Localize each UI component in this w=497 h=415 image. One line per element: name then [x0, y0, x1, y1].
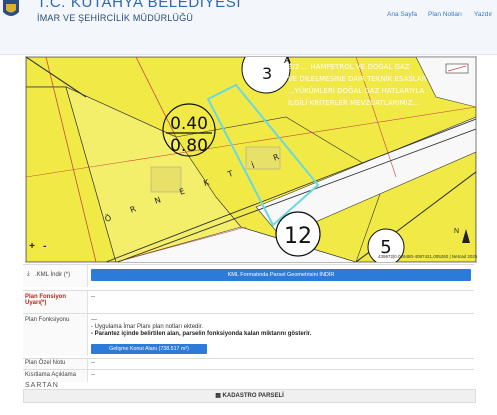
plan-fonksiyon-uyari-value-cell: -- — [89, 291, 474, 313]
page-header: T.C. KÜTAHYA BELEDİYESİ İMAR VE ŞEHİRCİL… — [0, 0, 497, 55]
plan-fonksiyonu-row: Plan Fonksiyonu --- - Uygulama İmar Plan… — [23, 313, 474, 356]
grid-icon: ▦ — [215, 393, 221, 399]
kml-download-button[interactable]: KML Formatında Parsel Geometrisini İNDİR — [91, 269, 471, 281]
plan-fonksiyon-uyari-row: Plan Fonsiyon Uyarı(*) -- — [23, 290, 474, 313]
nav-home-link[interactable]: Ana Sayfa — [387, 11, 417, 18]
municipality-logo — [2, 0, 20, 20]
kml-label-cell: ⤓ .KML İndir (*) — [23, 265, 88, 287]
page-subtitle: İMAR VE ŞEHİRCİLİK MÜDÜRLÜĞÜ — [37, 13, 194, 23]
page-title: T.C. KÜTAHYA BELEDİYESİ — [37, 0, 242, 11]
zoom-out-button[interactable]: - — [40, 241, 50, 252]
overlay-text-2: VE DİLELMESİNE DAİR TEKNİK ESASLAR — [288, 74, 427, 83]
nav-print-link[interactable]: Yazdır — [474, 11, 492, 18]
plan-fonksiyon-uyari-label: Plan Fonsiyon Uyarı(*) — [25, 294, 67, 306]
plan-ozel-notu-row: Plan Özel Notu -- — [23, 358, 474, 369]
plan-fonksiyonu-label: Plan Fonksiyonu — [25, 317, 70, 323]
kisitlama-value: -- — [91, 372, 95, 378]
kml-row: ⤓ .KML İndir (*) KML Formatında Parsel G… — [23, 264, 474, 287]
nav-plan-notes-link[interactable]: Plan Notları — [428, 11, 462, 18]
map-coordinates: 439972|0.029480-4087421,005260 | Netcad … — [378, 254, 478, 259]
density-top-label: 0.40 — [170, 114, 208, 134]
kisitlama-value-cell: -- — [89, 370, 474, 382]
overlay-text-1: 3/2 ... HAMPETROL VE DOĞAL GAZ — [288, 62, 410, 71]
kisitlama-label-cell: Kısıtlama Açıklama — [23, 370, 88, 382]
plan-fonksiyon-uyari-value: -- — [91, 294, 95, 300]
plan-fonksiyonu-label-cell: Plan Fonksiyonu — [23, 314, 88, 356]
watermark-logo: SARTAN — [25, 382, 59, 389]
plan-fonksiyonu-line3: - Parantez içinde belirtilen alan, parse… — [91, 331, 312, 337]
kisitlama-label: Kısıtlama Açıklama — [25, 372, 77, 378]
north-label: N — [454, 228, 460, 235]
kadastro-parseli-title: KADASTRO PARSELİ — [222, 393, 284, 399]
plan-ozel-notu-label: Plan Özel Notu — [25, 360, 66, 366]
kadastro-parseli-header: ▦ KADASTRO PARSELİ — [23, 389, 476, 403]
density-bottom-label: 0.80 — [170, 136, 208, 156]
plan-ozel-notu-value: -- — [91, 360, 95, 366]
zoning-map[interactable]: 0.40 0.80 3 A 12 5 Ö R N E K T İ R 3/2 .… — [25, 56, 477, 263]
plan-fonksiyonu-line2: - Uygulama İmar Planı plan notları ekted… — [91, 324, 204, 330]
parcel-3-label: 3 — [262, 64, 272, 83]
zoom-controls: + - — [27, 241, 50, 252]
kisitlama-row: Kısıtlama Açıklama -- — [23, 369, 474, 382]
overlay-text-4: İLGİLİ KRİTERLER MEVZUATLARIMIZ... — [288, 98, 419, 107]
download-icon: ⤓ — [27, 271, 30, 277]
plan-ozel-notu-value-cell: -- — [89, 359, 474, 369]
plan-fonksiyon-uyari-label-cell: Plan Fonsiyon Uyarı(*) — [23, 291, 88, 313]
overlay-text-3: ...YÜKÜMLERİ DOĞAL GAZ HATLARIYLA — [288, 86, 424, 95]
zoom-in-button[interactable]: + — [27, 241, 37, 252]
plan-fonksiyonu-line1: --- — [91, 317, 97, 323]
parcel-12-label: 12 — [284, 224, 312, 249]
plan-ozel-notu-label-cell: Plan Özel Notu — [23, 359, 88, 369]
kml-label: .KML İndir (*) — [35, 272, 71, 278]
gelisme-konut-alani-button[interactable]: Gelişme Konut Alanı (738.517 m²) — [91, 344, 207, 354]
